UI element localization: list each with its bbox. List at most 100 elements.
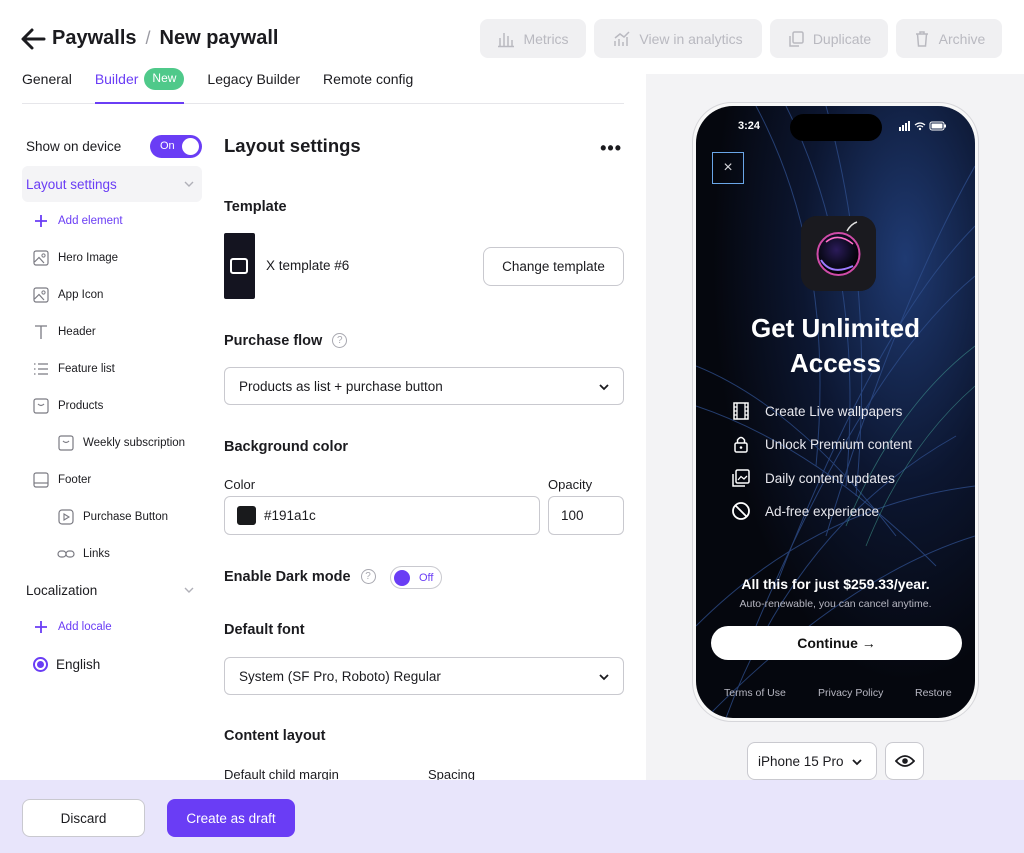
help-icon[interactable]: ? xyxy=(360,569,376,584)
dark-mode-state: Off xyxy=(419,571,434,584)
toggle-knob xyxy=(182,137,199,155)
chevron-down-icon xyxy=(184,181,194,187)
element-links[interactable]: Links xyxy=(57,543,237,565)
feature-text: Ad-free experience xyxy=(765,503,880,519)
back-arrow-icon[interactable] xyxy=(20,27,46,51)
create-draft-button[interactable]: Create as draft xyxy=(167,799,295,837)
film-icon xyxy=(733,402,749,420)
layout-settings-item[interactable]: Layout settings xyxy=(22,166,202,202)
feature-item: Unlock Premium content xyxy=(731,434,951,454)
element-footer[interactable]: Footer xyxy=(32,469,212,491)
tab-general[interactable]: General xyxy=(22,71,72,103)
analytics-icon xyxy=(614,30,630,46)
terms-link[interactable]: Terms of Use xyxy=(724,687,786,699)
tab-legacy-builder-label: Legacy Builder xyxy=(207,71,301,87)
add-locale-button[interactable]: Add locale xyxy=(32,616,212,638)
change-template-button[interactable]: Change template xyxy=(483,247,624,286)
dark-mode-heading: Enable Dark mode? xyxy=(224,569,376,585)
feature-item: Create Live wallpapers xyxy=(731,401,951,421)
template-name: X template #6 xyxy=(266,258,350,273)
feature-list-label: Feature list xyxy=(58,363,115,375)
device-preview-panel: 3:24 × Get Unlimited Access Create Live … xyxy=(646,74,1024,780)
image-icon xyxy=(32,286,50,304)
duplicate-label: Duplicate xyxy=(812,30,872,47)
localization-section[interactable]: Localization xyxy=(22,579,202,601)
element-purchase-button[interactable]: Purchase Button xyxy=(57,506,237,528)
text-icon xyxy=(32,323,50,341)
bar-chart-icon xyxy=(498,32,515,47)
purchase-flow-select[interactable]: Products as list + purchase button xyxy=(224,367,624,405)
locale-english[interactable]: English xyxy=(33,653,213,675)
spacing-label: Spacing xyxy=(428,767,475,780)
privacy-link[interactable]: Privacy Policy xyxy=(818,687,883,699)
image-icon xyxy=(230,258,248,274)
status-icons xyxy=(899,121,946,131)
dark-mode-toggle[interactable]: Off xyxy=(390,566,442,589)
continue-button[interactable]: Continue → xyxy=(711,626,962,660)
breadcrumb: Paywalls / New paywall xyxy=(52,27,278,50)
new-badge: New xyxy=(144,68,185,90)
toggle-knob xyxy=(394,570,410,586)
tab-builder[interactable]: Builder New xyxy=(94,68,185,104)
image-icon xyxy=(32,249,50,267)
element-header[interactable]: Header xyxy=(32,321,212,343)
feature-item: Daily content updates xyxy=(731,468,951,488)
purchase-flow-value: Products as list + purchase button xyxy=(239,378,443,394)
chevron-down-icon xyxy=(184,587,194,593)
products-icon xyxy=(32,397,50,415)
color-label: Color xyxy=(224,477,256,492)
breadcrumb-paywalls[interactable]: Paywalls xyxy=(52,27,137,50)
duplicate-button[interactable]: Duplicate xyxy=(770,19,888,58)
color-input[interactable]: #191a1c xyxy=(224,496,540,535)
element-products[interactable]: Products xyxy=(32,395,212,417)
play-button-icon xyxy=(57,508,75,526)
tab-remote-config[interactable]: Remote config xyxy=(323,71,413,103)
add-element-button[interactable]: Add element xyxy=(32,210,212,232)
headline-line-2: Access xyxy=(789,348,882,378)
phone-screen: 3:24 × Get Unlimited Access Create Live … xyxy=(696,106,975,718)
device-select[interactable]: iPhone 15 Pro xyxy=(747,742,877,780)
hero-image-label: Hero Image xyxy=(58,252,119,264)
template-heading: Template xyxy=(224,199,287,215)
preview-visibility-button[interactable] xyxy=(885,742,924,780)
headline-line-1: Get Unlimited xyxy=(750,313,920,343)
element-hero-image[interactable]: Hero Image xyxy=(32,247,212,269)
color-swatch[interactable] xyxy=(237,506,256,525)
help-icon[interactable]: ? xyxy=(332,333,348,348)
opacity-input[interactable]: 100 xyxy=(548,496,624,535)
purchase-button-label: Purchase Button xyxy=(83,511,169,523)
add-locale-label: Add locale xyxy=(58,621,112,633)
plus-icon xyxy=(32,212,50,230)
feature-text: Daily content updates xyxy=(765,470,895,486)
element-app-icon[interactable]: App Icon xyxy=(32,284,212,306)
tab-bar: General Builder New Legacy Builder Remot… xyxy=(22,68,624,104)
radio-selected-icon[interactable] xyxy=(33,656,48,672)
eye-icon xyxy=(894,755,915,767)
more-options-icon[interactable]: ••• xyxy=(600,138,622,159)
show-on-device-toggle[interactable]: On xyxy=(150,134,202,158)
layout-settings-panel: Layout settings ••• Template X template … xyxy=(224,130,624,780)
child-margin-label: Default child margin xyxy=(224,767,339,780)
phone-frame: 3:24 × Get Unlimited Access Create Live … xyxy=(692,102,979,722)
opacity-label: Opacity xyxy=(548,477,593,492)
content-layout-heading: Content layout xyxy=(224,728,326,744)
default-font-select[interactable]: System (SF Pro, Roboto) Regular xyxy=(224,657,624,695)
template-thumbnail[interactable] xyxy=(224,233,255,299)
view-in-analytics-button[interactable]: View in analytics xyxy=(594,19,762,58)
top-bar: Paywalls / New paywall Metrics View in a… xyxy=(0,0,1024,74)
duplicate-icon xyxy=(789,30,804,47)
link-icon xyxy=(57,545,75,563)
background-color-heading: Background color xyxy=(224,439,349,455)
footer-icon xyxy=(32,471,50,489)
close-icon[interactable]: × xyxy=(712,152,744,184)
element-feature-list[interactable]: Feature list xyxy=(32,358,212,380)
page-title: New paywall xyxy=(159,27,279,49)
tab-legacy-builder[interactable]: Legacy Builder xyxy=(207,71,300,103)
archive-button[interactable]: Archive xyxy=(896,19,1002,58)
discard-button[interactable]: Discard xyxy=(22,799,145,837)
element-weekly-subscription[interactable]: Weekly subscription xyxy=(57,432,237,454)
metrics-button[interactable]: Metrics xyxy=(480,19,586,58)
localization-label: Localization xyxy=(26,582,98,598)
view-in-analytics-label: View in analytics xyxy=(639,30,743,47)
restore-link[interactable]: Restore xyxy=(915,687,952,699)
